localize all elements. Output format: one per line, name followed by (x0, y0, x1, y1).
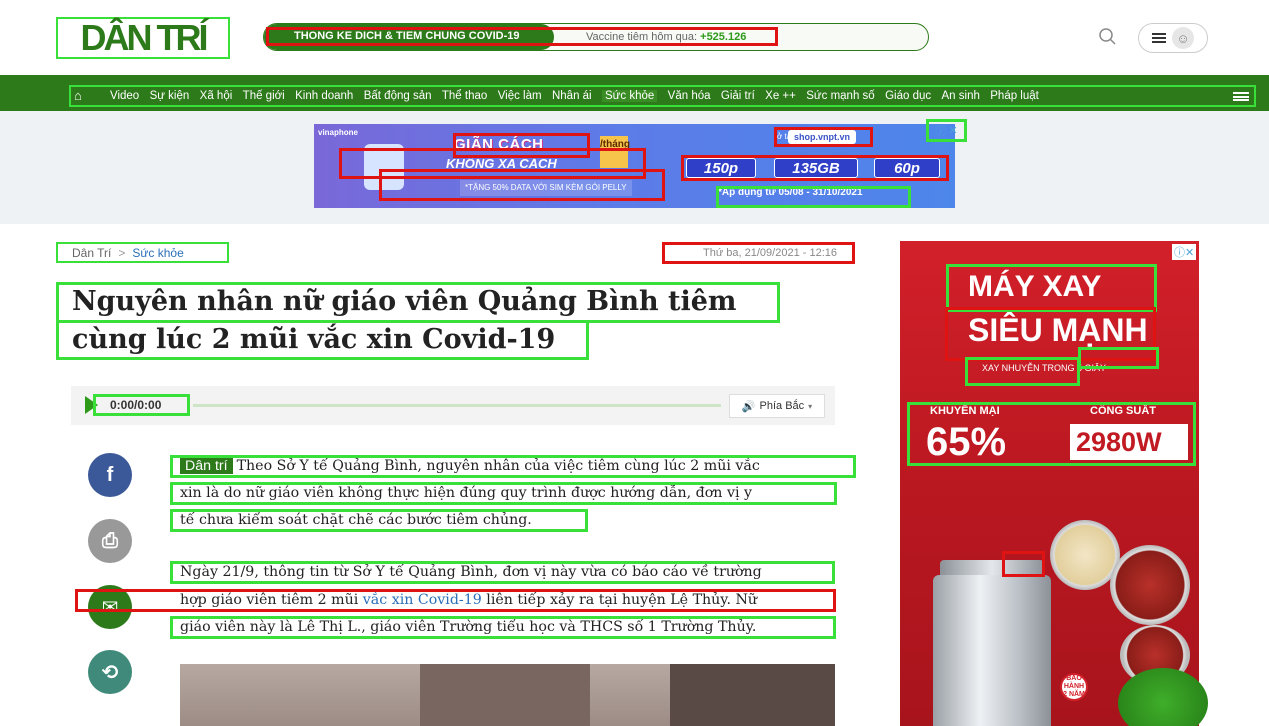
source-tag: Dân trí (180, 458, 233, 474)
paragraph-line: hợp giáo viên tiêm 2 mũi vắc xin Covid-1… (75, 589, 836, 612)
close-icon: ✕ (948, 125, 958, 137)
nav-item[interactable]: Xã hội (200, 90, 233, 102)
nav-item[interactable]: Video (110, 90, 139, 102)
nav-item[interactable]: An sinh (942, 90, 980, 102)
copy-link-icon[interactable]: ⟲ (88, 650, 132, 694)
nav-item[interactable]: Giáo dục (885, 90, 931, 102)
breadcrumb-separator: > (118, 245, 126, 260)
nav-item[interactable]: Thế giới (243, 90, 285, 102)
audio-voice-select[interactable]: 🔊 Phía Bắc ▾ (729, 394, 825, 418)
ad-close-icon[interactable]: ⓘ✕ (1172, 244, 1197, 260)
nav-item-active[interactable]: Sức khỏe (602, 90, 658, 102)
nav-items: ⌂ Video Sự kiện Xã hội Thế giới Kinh doa… (74, 87, 1049, 105)
nav-item[interactable]: Giải trí (721, 90, 755, 102)
ad-brand: vinaphone (318, 128, 359, 137)
nav-item[interactable]: Pháp luật (990, 90, 1039, 102)
home-icon[interactable]: ⌂ (74, 89, 96, 103)
paragraph-line: Dân trí Theo Sở Y tế Quảng Bình, nguyên n… (170, 455, 856, 478)
nav-item[interactable]: Văn hóa (668, 90, 711, 102)
nav-item[interactable]: Việc làm (498, 90, 542, 102)
speaker-icon: 🔊 (741, 400, 756, 413)
ad-close-button[interactable]: ⓘ ✕ (926, 119, 967, 142)
search-icon[interactable] (1098, 27, 1118, 47)
ad-info-icon: ⓘ (935, 125, 947, 138)
breadcrumb-home[interactable]: Dân Trí (72, 246, 111, 260)
site-logo[interactable]: DÂN TRÍ (56, 17, 230, 59)
audio-progress-track[interactable] (193, 404, 721, 407)
facebook-share-icon[interactable]: f (88, 453, 132, 497)
nav-item[interactable]: Thể thao (442, 90, 487, 102)
nav-item[interactable]: Sức mạnh số (806, 90, 874, 102)
breadcrumb-category[interactable]: Sức khỏe (132, 246, 183, 260)
user-icon: ☺ (1172, 27, 1194, 49)
nav-item[interactable]: Kinh doanh (295, 90, 353, 102)
paragraph-line: Ngày 21/9, thông tin từ Sở Y tế Quảng Bì… (170, 561, 835, 584)
paragraph-line: xin là do nữ giáo viên không thực hiện đ… (170, 482, 837, 505)
article-title-line-2: cùng lúc 2 mũi vắc xin Covid-19 (56, 320, 589, 360)
nav-item[interactable]: Sự kiện (150, 90, 190, 102)
site-header: DÂN TRÍ THONG KE DICH & TIEM CHUNG COVID… (0, 0, 1269, 75)
menu-user-button[interactable]: ☺ (1138, 23, 1208, 53)
vaccine-link[interactable]: vắc xin Covid-19 (363, 592, 482, 608)
audio-time: 0:00/0:00 (93, 394, 190, 416)
nav-item[interactable]: Nhân ái (552, 90, 592, 102)
paragraph-line: giáo viên này là Lê Thị L., giáo viên Tr… (170, 616, 836, 639)
article-date: Thứ ba, 21/09/2021 - 12:16 (662, 242, 855, 264)
print-icon[interactable]: ⎙ (88, 519, 132, 563)
paragraph-line: tế chưa kiểm soát chặt chẽ các bước tiêm… (170, 509, 588, 532)
nav-item[interactable]: Bất động sản (364, 90, 432, 102)
menu-icon (1152, 33, 1166, 43)
chevron-down-icon: ▾ (808, 401, 813, 411)
article-title-line-1: Nguyên nhân nữ giáo viên Quảng Bình tiêm (56, 282, 780, 323)
grinder-image (933, 575, 1051, 726)
warranty-badge: BẢO HÀNH 2 NĂM (1060, 673, 1088, 701)
nav-item[interactable]: Xe ++ (765, 90, 796, 102)
breadcrumb: Dân Trí > Sức khỏe (56, 242, 229, 263)
nav-more-icon[interactable] (1233, 92, 1249, 101)
